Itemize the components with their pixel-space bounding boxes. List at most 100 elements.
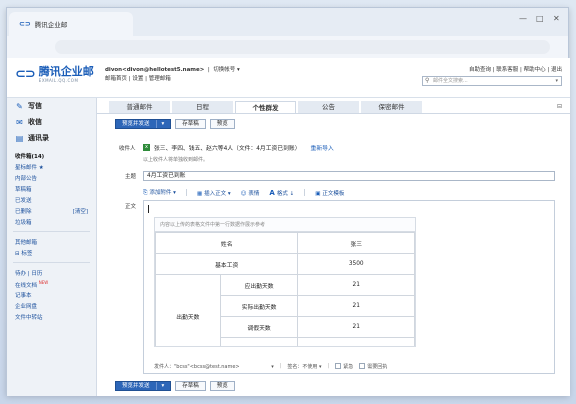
signature-select[interactable]: 签名：不使用 ▾: [287, 363, 321, 370]
sidebar-item-announcements[interactable]: 内部公告: [7, 172, 96, 183]
urgent-checkbox[interactable]: 紧急: [335, 363, 353, 370]
emoji-button[interactable]: ☺ 表情: [241, 189, 260, 197]
divider: [185, 189, 187, 196]
folder-label: 已删除: [15, 208, 32, 215]
close-icon[interactable]: ✕: [553, 14, 560, 23]
sidebar-item-deleted[interactable]: 已删除 [清空]: [7, 205, 96, 216]
divider: [13, 262, 90, 263]
editor-toolbar: ⎘ 添加附件 ▾ ▦ 插入正文 ▾ ☺ 表情 A 格式 ↓ ▣ 正文模板: [143, 188, 344, 197]
recipients-field: x 张三、李四、钱五、赵六等4人（文件：4月工资已到账） 重新导入: [143, 143, 334, 152]
send-dropdown-icon[interactable]: ▾: [155, 382, 164, 390]
body-editor[interactable]: 内容以上传的表格文件中第一行数据作展示参考 姓名 张三 基本工资 3500 出勤…: [143, 200, 555, 374]
receipt-label: 需要回执: [367, 363, 388, 370]
content-hint: 内容以上传的表格文件中第一行数据作展示参考: [155, 218, 415, 232]
search-input[interactable]: ⚲ 邮件全文搜索... ▾: [422, 76, 562, 86]
preview-send-button[interactable]: 预览并发送 ▾: [115, 119, 172, 129]
top-links[interactable]: 自助查询 | 联系客服 | 帮助中心 | 退出: [469, 65, 562, 73]
divider: [304, 189, 306, 196]
user-links[interactable]: 邮箱首页 | 设置 | 管理邮箱: [105, 75, 240, 84]
sidebar-item-sent[interactable]: 已发送: [7, 194, 96, 205]
browser-window: ⊂⊃ 腾讯企业邮 — □ ✕ ⊂⊃ 腾讯企业邮 EXMAIL.QQ.COM di…: [6, 7, 570, 396]
sidebar-item-inbox[interactable]: 收件箱(14): [7, 150, 96, 161]
template-preview: 内容以上传的表格文件中第一行数据作展示参考 姓名 张三 基本工资 3500 出勤…: [154, 217, 416, 347]
add-attachment-button[interactable]: ⎘ 添加附件 ▾: [143, 188, 176, 197]
compose-tabs: 普通邮件 日程 个性群发 公告 保密邮件: [109, 101, 424, 113]
brand-sub: EXMAIL.QQ.COM: [38, 78, 79, 83]
compose-panel: 普通邮件 日程 个性群发 公告 保密邮件 ⊟ 预览并发送 ▾ 存草稿 预览 收件…: [97, 98, 570, 396]
sender-select[interactable]: 发件人："bcss"<bcss@test.name> ▾: [154, 363, 274, 370]
maximize-icon[interactable]: □: [536, 14, 544, 23]
save-draft-button[interactable]: 存草稿: [175, 381, 206, 391]
folder-label: 内部公告: [15, 175, 38, 182]
template-icon: ▣: [315, 190, 321, 197]
sidebar-item-spam[interactable]: 垃圾箱: [7, 216, 96, 227]
reimport-link[interactable]: 重新导入: [311, 143, 334, 152]
sidebar-item-other-folders[interactable]: 其他邮箱: [7, 236, 96, 247]
send-dropdown-icon[interactable]: ▾: [155, 120, 164, 128]
send-label: 预览并发送: [122, 383, 150, 389]
folder-label: 已发送: [15, 197, 32, 204]
mail-header: ⊂⊃ 腾讯企业邮 EXMAIL.QQ.COM divon<divon@hello…: [7, 58, 570, 98]
sidebar-item-notepad[interactable]: 记事本: [7, 290, 96, 301]
subject-label: 主题: [125, 174, 137, 180]
table-cell: 实际出勤天数: [219, 295, 299, 317]
compose-button[interactable]: ✎ 写信: [7, 98, 96, 114]
tab-announcement[interactable]: 公告: [298, 101, 359, 113]
table-cell: 应出勤天数: [219, 274, 299, 296]
contacts-button[interactable]: ▤ 通讯录: [7, 130, 96, 146]
brand-name: 腾讯企业邮: [38, 65, 94, 78]
format-button[interactable]: A 格式 ↓: [269, 189, 294, 197]
insert-text-button[interactable]: ▦ 插入正文 ▾: [197, 189, 231, 197]
contacts-label: 通讯录: [28, 134, 49, 142]
send-label: 预览并发送: [122, 121, 150, 127]
table-cell: 21: [297, 295, 415, 317]
table-cell: 21: [297, 274, 415, 296]
brand-logo-icon: ⊂⊃: [15, 67, 36, 82]
brand[interactable]: ⊂⊃ 腾讯企业邮 EXMAIL.QQ.COM: [15, 65, 94, 84]
table-cell: 调假天数: [219, 316, 299, 338]
receive-button[interactable]: ✉ 收信: [7, 114, 96, 130]
new-badge: NEW: [38, 279, 49, 285]
contacts-icon: ▤: [15, 133, 24, 143]
tab-schedule[interactable]: 日程: [172, 101, 233, 113]
sidebar-item-drafts[interactable]: 草稿箱: [7, 183, 96, 194]
browser-tab[interactable]: ⊂⊃ 腾讯企业邮: [9, 12, 133, 36]
preview-send-button[interactable]: 预览并发送 ▾: [115, 381, 172, 391]
sidebar-item-todo-calendar[interactable]: 待办 | 日历: [7, 267, 96, 278]
folder-label: 草稿箱: [15, 186, 32, 193]
preview-button[interactable]: 预览: [209, 381, 235, 391]
subject-input[interactable]: 4月工资已到账: [143, 171, 555, 181]
empty-trash-link[interactable]: [清空]: [73, 207, 88, 215]
address-bar[interactable]: [55, 40, 550, 54]
receipt-checkbox[interactable]: 需要回执: [359, 363, 387, 370]
folder-list: 收件箱(14) 星标邮件 ★ 内部公告 草稿箱 已发送 已删除 [清空] 垃圾箱: [7, 150, 96, 227]
switch-account-link[interactable]: 切换帐号 ▾: [213, 67, 240, 73]
tags-label: ⊟ 标签: [15, 250, 33, 257]
tab-mass-personalized[interactable]: 个性群发: [235, 101, 296, 113]
sidebar-item-netdisk[interactable]: 企业网盘: [7, 301, 96, 312]
minimize-icon[interactable]: —: [519, 14, 527, 23]
save-draft-button[interactable]: 存草稿: [175, 119, 206, 129]
table-row: 基本工资 3500: [155, 253, 415, 275]
sidebar-item-file-transfer[interactable]: 文件中转站: [7, 312, 96, 323]
excel-file-icon: x: [143, 144, 150, 151]
chevron-down-icon[interactable]: ▾: [555, 77, 558, 85]
template-button[interactable]: ▣ 正文模板: [315, 189, 344, 197]
tool-label: 在线文档 NEW: [15, 280, 48, 289]
editor-footer: 发件人："bcss"<bcss@test.name> ▾ | 签名：不使用 ▾ …: [144, 359, 554, 373]
table-cell: 出勤天数: [155, 274, 221, 346]
sidebar-item-starred[interactable]: 星标邮件 ★: [7, 161, 96, 172]
tab-confidential[interactable]: 保密邮件: [361, 101, 422, 113]
preview-button[interactable]: 预览: [209, 119, 235, 129]
text-cursor: [148, 205, 149, 213]
font-a-icon: A: [269, 188, 275, 197]
insert-icon: ▦: [196, 190, 203, 197]
sidebar-item-tags[interactable]: ⊟ 标签: [7, 247, 96, 258]
receive-label: 收信: [28, 118, 42, 126]
template-label: 正文模板: [322, 190, 345, 197]
divider: |: [279, 363, 282, 369]
collapse-icon[interactable]: ⊟: [557, 103, 562, 110]
tab-normal-mail[interactable]: 普通邮件: [109, 101, 170, 113]
table-cell: 姓名: [155, 232, 299, 254]
sidebar-item-online-docs[interactable]: 在线文档 NEW: [7, 278, 96, 290]
